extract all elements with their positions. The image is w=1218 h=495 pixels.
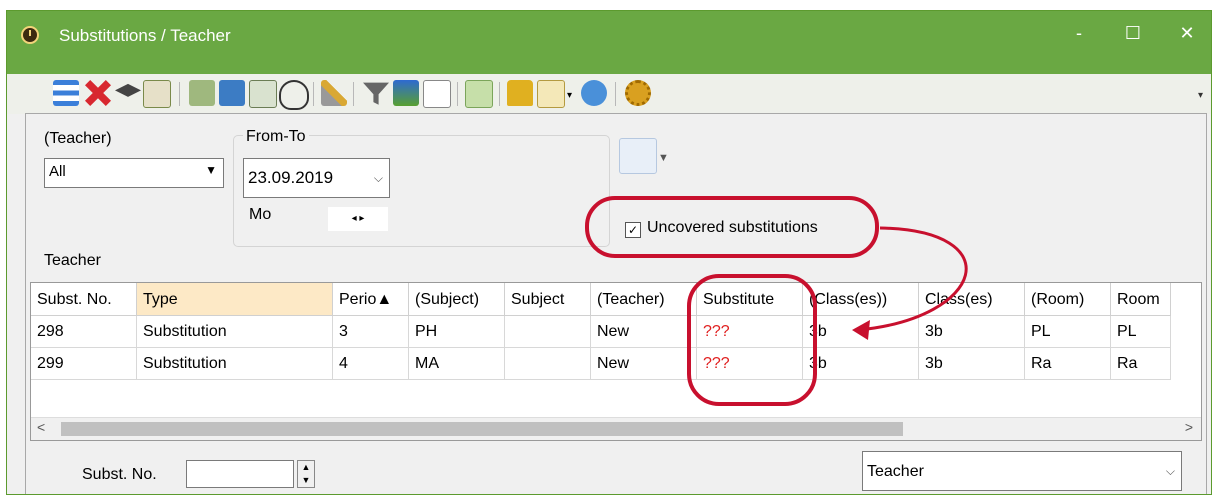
annotation-arrowhead [852,320,870,340]
annotation-highlight-checkbox [585,196,879,258]
annotation-overlay [585,196,968,406]
annotation-highlight-substitute [687,274,817,406]
